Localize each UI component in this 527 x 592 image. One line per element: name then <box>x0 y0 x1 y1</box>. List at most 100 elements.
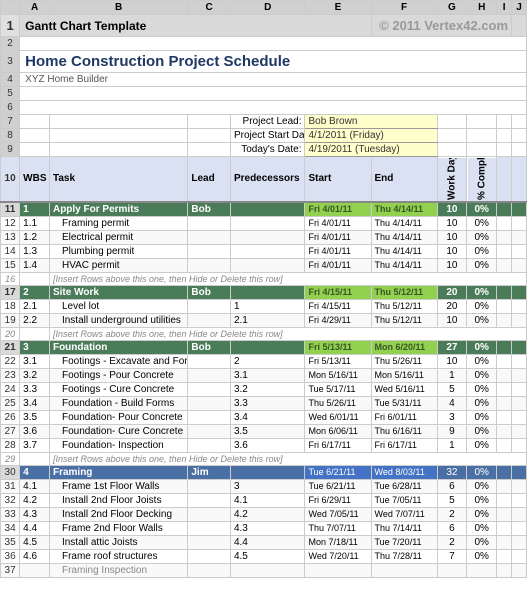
row-34-num: 34 <box>1 521 20 535</box>
row-23-num: 23 <box>1 368 20 382</box>
s4-days: 32 <box>437 465 467 479</box>
t33-wbs: 3.3 <box>20 382 50 396</box>
today-date-label: Today's Date: <box>230 143 305 157</box>
chart-title: Gantt Chart Template <box>20 15 371 37</box>
row-7-end <box>437 115 467 129</box>
ins2-text: [Insert Rows above this one, then Hide o… <box>49 327 526 340</box>
t35-e1 <box>497 410 512 424</box>
t21-pred: 1 <box>230 299 305 313</box>
t43-pred: 4.2 <box>230 507 305 521</box>
s2-wbs: 2 <box>20 285 50 299</box>
s3-pred <box>230 340 305 354</box>
t43-end: Wed 7/07/11 <box>371 507 437 521</box>
ins1-text: [Insert Rows above this one, then Hide o… <box>49 272 526 285</box>
s4-name: Framing <box>49 465 187 479</box>
row-36-num: 36 <box>1 549 20 563</box>
row-9-end <box>437 143 467 157</box>
start-header: Start <box>305 157 371 202</box>
t37-start: Fri 6/17/11 <box>305 438 371 452</box>
t11-pct: 0% <box>467 216 497 230</box>
t44-e2 <box>512 521 527 535</box>
t44-e1 <box>497 521 512 535</box>
title-row-end <box>512 15 527 37</box>
t12-end: Thu 4/14/11 <box>371 230 437 244</box>
row-5-num: 5 <box>1 87 20 101</box>
ins1-wbs <box>20 272 50 285</box>
t14-e1 <box>497 258 512 272</box>
t43-days: 2 <box>437 507 467 521</box>
t44-pct: 0% <box>467 521 497 535</box>
t41-pct: 0% <box>467 479 497 493</box>
row-12-num: 12 <box>1 216 20 230</box>
t45-lead <box>188 535 231 549</box>
t43-lead <box>188 507 231 521</box>
t37-name: Foundation- Inspection <box>49 438 187 452</box>
col-h-header: H <box>467 1 497 15</box>
s4-end: Wed 8/03/11 <box>371 465 437 479</box>
row-35-num: 35 <box>1 535 20 549</box>
t34-wbs: 3.4 <box>20 396 50 410</box>
t34-start: Thu 5/26/11 <box>305 396 371 410</box>
project-lead-label: Project Lead: <box>230 115 305 129</box>
row-13-num: 13 <box>1 230 20 244</box>
row-7-empty3 <box>188 115 231 129</box>
row-18-num: 18 <box>1 299 20 313</box>
s1-wbs: 1 <box>20 202 50 217</box>
s4-pct: 0% <box>467 465 497 479</box>
t22-start: Fri 4/29/11 <box>305 313 371 327</box>
t47-days <box>437 563 467 577</box>
t12-pred <box>230 230 305 244</box>
t36-end: Thu 6/16/11 <box>371 424 437 438</box>
t42-name: Install 2nd Floor Joists <box>49 493 187 507</box>
t35-end: Fri 6/01/11 <box>371 410 437 424</box>
t45-wbs: 4.5 <box>20 535 50 549</box>
t33-pct: 0% <box>467 382 497 396</box>
builder-name: XYZ Home Builder <box>20 73 527 87</box>
ins3-text: [Insert Rows above this one, then Hide o… <box>49 452 526 465</box>
s2-end: Thu 5/12/11 <box>371 285 437 299</box>
pct-complete-header: % Complete <box>467 157 497 202</box>
row-7-end3 <box>497 115 512 129</box>
project-lead-value[interactable]: Bob Brown <box>305 115 437 129</box>
today-date-value[interactable]: 4/19/2011 (Tuesday) <box>305 143 437 157</box>
row-3-num: 3 <box>1 51 20 73</box>
t43-e2 <box>512 507 527 521</box>
s4-e2 <box>512 465 527 479</box>
s2-e2 <box>512 285 527 299</box>
t21-end: Thu 5/12/11 <box>371 299 437 313</box>
t12-name: Electrical permit <box>49 230 187 244</box>
t46-e1 <box>497 549 512 563</box>
t46-wbs: 4.6 <box>20 549 50 563</box>
t47-e2 <box>512 563 527 577</box>
t34-lead <box>188 396 231 410</box>
row-7-end2 <box>467 115 497 129</box>
s3-lead: Bob <box>188 340 231 354</box>
row-17-num: 17 <box>1 285 20 299</box>
t42-start: Fri 6/29/11 <box>305 493 371 507</box>
start-date-value[interactable]: 4/1/2011 (Friday) <box>305 129 437 143</box>
row-20-num: 20 <box>1 327 20 340</box>
t12-days: 10 <box>437 230 467 244</box>
t11-lead <box>188 216 231 230</box>
t13-e2 <box>512 244 527 258</box>
t37-wbs: 3.7 <box>20 438 50 452</box>
t34-e2 <box>512 396 527 410</box>
t31-pct: 0% <box>467 354 497 368</box>
t43-start: Wed 7/05/11 <box>305 507 371 521</box>
t22-end: Thu 5/12/11 <box>371 313 437 327</box>
t45-days: 2 <box>437 535 467 549</box>
t41-start: Tue 6/21/11 <box>305 479 371 493</box>
t35-lead <box>188 410 231 424</box>
s3-e2 <box>512 340 527 354</box>
t11-e1 <box>497 216 512 230</box>
t33-lead <box>188 382 231 396</box>
s3-wbs: 3 <box>20 340 50 354</box>
t36-wbs: 3.6 <box>20 424 50 438</box>
t44-name: Frame 2nd Floor Walls <box>49 521 187 535</box>
t33-e1 <box>497 382 512 396</box>
t33-days: 5 <box>437 382 467 396</box>
t42-e1 <box>497 493 512 507</box>
col-a-header: A <box>20 1 50 15</box>
t14-pct: 0% <box>467 258 497 272</box>
row-8-empty2 <box>49 129 187 143</box>
